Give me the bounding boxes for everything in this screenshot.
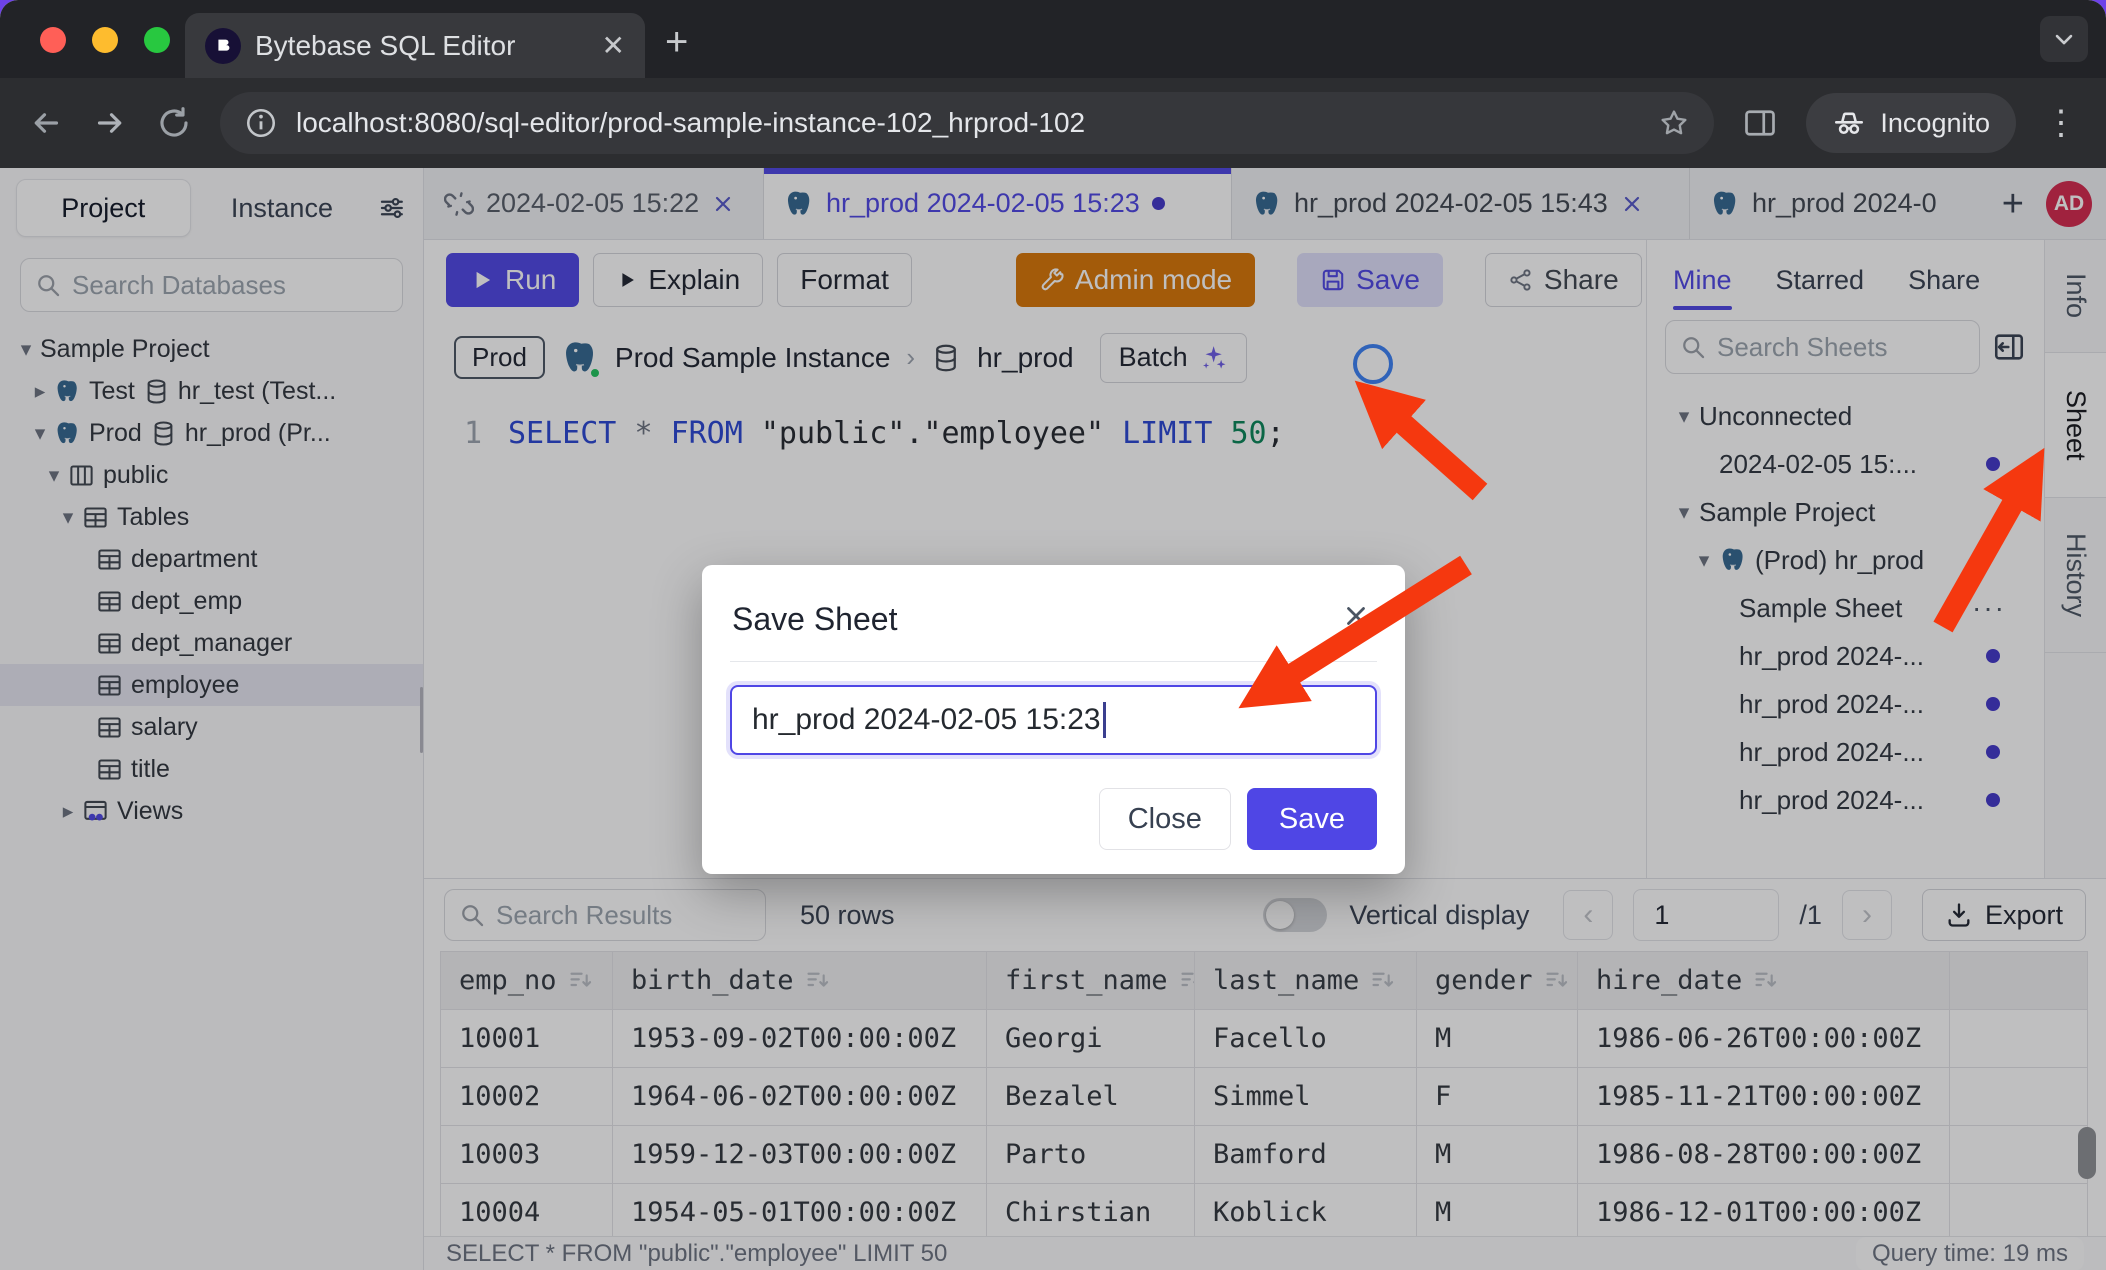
dialog-close-icon[interactable] xyxy=(1341,601,1371,631)
site-info-icon[interactable] xyxy=(244,106,278,140)
dialog-divider xyxy=(730,661,1377,662)
close-window-button[interactable] xyxy=(40,27,66,53)
sql-editor-app: Project Instance ▾Sample Project▸Testhr_… xyxy=(0,168,2106,1270)
bytebase-favicon xyxy=(205,28,241,64)
dialog-save-button[interactable]: Save xyxy=(1247,788,1377,850)
browser-menu-icon[interactable]: ⋮ xyxy=(2044,106,2078,140)
browser-tab[interactable]: Bytebase SQL Editor ✕ xyxy=(185,13,645,78)
text-caret xyxy=(1103,702,1106,738)
sheet-name-input[interactable]: hr_prod 2024-02-05 15:23 xyxy=(730,685,1377,755)
dialog-title: Save Sheet xyxy=(732,601,897,638)
maximize-window-button[interactable] xyxy=(144,27,170,53)
tab-search-button[interactable] xyxy=(2040,16,2088,62)
side-panel-icon[interactable] xyxy=(1742,105,1778,141)
browser-window: Bytebase SQL Editor ✕ + localhost:8080/s… xyxy=(0,0,2106,1270)
address-bar[interactable]: localhost:8080/sql-editor/prod-sample-in… xyxy=(220,92,1714,154)
url-text[interactable]: localhost:8080/sql-editor/prod-sample-in… xyxy=(296,107,1640,139)
new-tab-button[interactable]: + xyxy=(665,22,688,62)
browser-toolbar: localhost:8080/sql-editor/prod-sample-in… xyxy=(0,78,2106,168)
forward-icon[interactable] xyxy=(92,105,128,141)
save-sheet-dialog: Save Sheet hr_prod 2024-02-05 15:23 Clos… xyxy=(702,565,1405,874)
incognito-label: Incognito xyxy=(1880,108,1990,139)
bookmark-star-icon[interactable] xyxy=(1658,107,1690,139)
incognito-icon xyxy=(1832,106,1866,140)
reload-icon[interactable] xyxy=(156,105,192,141)
window-controls xyxy=(40,27,170,53)
chevron-down-icon xyxy=(2050,25,2078,53)
tab-close-icon[interactable]: ✕ xyxy=(602,32,625,60)
incognito-badge: Incognito xyxy=(1806,93,2016,153)
sheet-name-value: hr_prod 2024-02-05 15:23 xyxy=(752,703,1101,737)
close-button[interactable]: Close xyxy=(1099,788,1231,850)
minimize-window-button[interactable] xyxy=(92,27,118,53)
browser-tab-title: Bytebase SQL Editor xyxy=(255,30,588,62)
browser-tabstrip: Bytebase SQL Editor ✕ + xyxy=(0,0,2106,78)
back-icon[interactable] xyxy=(28,105,64,141)
